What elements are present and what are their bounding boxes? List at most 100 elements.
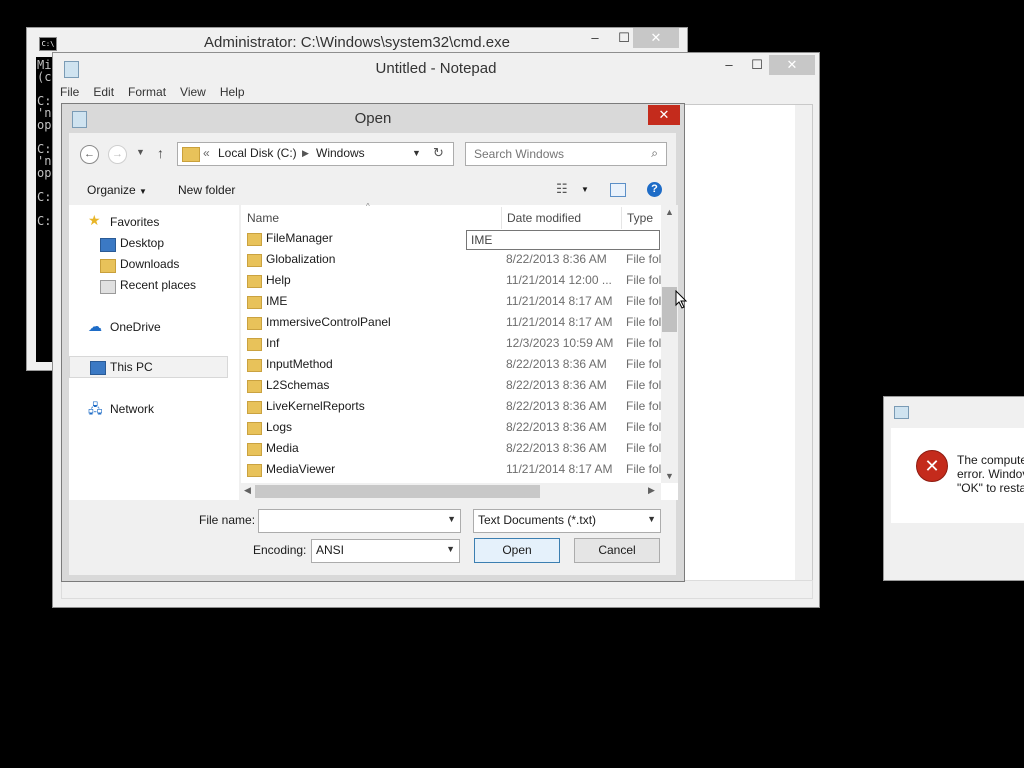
file-row[interactable]: Globalization 8/22/2013 8:36 AM File fol (241, 249, 661, 270)
file-list[interactable]: Name ^ Date modified Type FileManager Glo… (241, 202, 678, 500)
search-icon[interactable]: ⌕ (651, 146, 658, 161)
scroll-down-icon[interactable]: ▼ (661, 471, 678, 481)
breadcrumb-local-disk[interactable]: Local Disk (C:) (218, 146, 297, 160)
file-name: FileManager (266, 231, 333, 245)
file-list-horizontal-scrollbar[interactable]: ◀ ▶ (241, 483, 661, 500)
notepad-horizontal-scrollbar[interactable] (61, 580, 813, 599)
encoding-value: ANSI (316, 543, 345, 557)
file-date: 8/22/2013 8:36 AM (506, 252, 607, 266)
file-name: Media (266, 441, 299, 455)
open-dialog-title: Open (354, 110, 392, 127)
cancel-button[interactable]: Cancel (574, 538, 660, 563)
downloads-icon (100, 259, 116, 273)
address-overflow[interactable]: « (203, 146, 210, 160)
file-list-vertical-scrollbar[interactable]: ▲ ▼ (661, 205, 678, 483)
file-type-select[interactable]: Text Documents (*.txt) ▼ (473, 509, 661, 533)
notepad-close-button[interactable]: ✕ (769, 55, 815, 75)
file-row[interactable]: InputMethod 8/22/2013 8:36 AM File fol (241, 354, 661, 375)
new-folder-button[interactable]: New folder (178, 183, 235, 197)
column-date-modified[interactable]: Date modified (507, 211, 581, 225)
encoding-dropdown-icon[interactable]: ▼ (446, 544, 455, 554)
error-content: ✕ The compute error. Windov "OK" to rest… (891, 428, 1024, 523)
file-row[interactable]: MediaViewer 11/21/2014 8:17 AM File fol (241, 459, 661, 480)
menu-format[interactable]: Format (121, 83, 173, 103)
file-name: InputMethod (266, 357, 333, 371)
menu-file[interactable]: File (53, 83, 86, 103)
column-type[interactable]: Type (627, 211, 653, 225)
network-icon: 🖧 (88, 401, 103, 416)
column-divider[interactable] (501, 207, 502, 229)
file-row[interactable]: Logs 8/22/2013 8:36 AM File fol (241, 417, 661, 438)
folder-icon (247, 422, 262, 435)
menu-view[interactable]: View (173, 83, 213, 103)
file-type: File fol (626, 273, 661, 287)
preview-pane-icon[interactable] (610, 183, 626, 197)
back-arrow-icon[interactable]: ← (80, 145, 99, 164)
recent-locations-chevron-icon[interactable]: ▼ (136, 147, 145, 157)
open-dialog-close-button[interactable]: ✕ (648, 105, 680, 125)
horizontal-scroll-thumb[interactable] (255, 485, 540, 498)
address-bar[interactable]: « Local Disk (C:) ▶ Windows ▼ ↻ (177, 142, 454, 166)
scroll-up-icon[interactable]: ▲ (661, 207, 678, 217)
nav-onedrive[interactable]: OneDrive (110, 320, 161, 334)
file-row[interactable]: L2Schemas 8/22/2013 8:36 AM File fol (241, 375, 661, 396)
menu-help[interactable]: Help (213, 83, 252, 103)
file-name-input[interactable]: ▼ (258, 509, 461, 533)
cmd-close-button[interactable]: ✕ (633, 28, 679, 48)
file-row[interactable]: ImmersiveControlPanel 11/21/2014 8:17 AM F… (241, 312, 661, 333)
error-dialog[interactable]: ✕ The compute error. Windov "OK" to rest… (883, 396, 1024, 581)
open-dialog[interactable]: Open ✕ ← → ▼ ↑ « Local Disk (C:) ▶ Windo… (61, 103, 685, 582)
search-box[interactable]: ⌕ (465, 142, 667, 166)
file-type: File fol (626, 420, 661, 434)
folder-icon (247, 317, 262, 330)
breadcrumb-windows[interactable]: Windows (316, 146, 365, 160)
file-type: File fol (626, 294, 661, 308)
file-name-dropdown-icon[interactable]: ▼ (447, 514, 456, 524)
notepad-minimize-button[interactable]: – (715, 55, 743, 75)
scroll-right-icon[interactable]: ▶ (648, 485, 655, 496)
file-type: File fol (626, 315, 661, 329)
folder-icon (182, 147, 200, 162)
file-name: Logs (266, 420, 293, 434)
organize-button[interactable]: Organize ▼ (87, 183, 147, 197)
file-row[interactable]: Inf 12/3/2023 10:59 AM File fol (241, 333, 661, 354)
forward-arrow-icon[interactable]: → (108, 145, 127, 164)
open-button[interactable]: Open (474, 538, 560, 563)
help-icon[interactable]: ? (647, 182, 662, 197)
file-row[interactable]: Media 8/22/2013 8:36 AM File fol (241, 438, 661, 459)
file-type: File fol (626, 378, 661, 392)
nav-this-pc[interactable]: This PC (110, 360, 153, 374)
notepad-menubar: File Edit Format View Help (53, 83, 819, 103)
file-row[interactable]: Help 11/21/2014 12:00 ... File fol (241, 270, 661, 291)
file-row[interactable]: LiveKernelReports 8/22/2013 8:36 AM File f… (241, 396, 661, 417)
scroll-left-icon[interactable]: ◀ (244, 485, 251, 496)
file-row[interactable]: IME 11/21/2014 8:17 AM File fol (241, 291, 661, 312)
view-chevron-icon[interactable]: ▼ (581, 185, 589, 194)
column-divider[interactable] (621, 207, 622, 229)
search-input[interactable] (472, 145, 641, 163)
menu-edit[interactable]: Edit (86, 83, 121, 103)
folder-icon (247, 254, 262, 267)
nav-favorites[interactable]: Favorites (110, 215, 159, 229)
breadcrumb-separator-icon[interactable]: ▶ (302, 148, 309, 159)
notepad-vertical-scrollbar[interactable] (795, 105, 812, 580)
notepad-maximize-button[interactable]: ☐ (743, 55, 771, 75)
error-line: error. Windov (957, 467, 1024, 481)
nav-recent-places[interactable]: Recent places (120, 278, 196, 292)
address-dropdown-icon[interactable]: ▼ (412, 148, 421, 158)
refresh-icon[interactable]: ↻ (433, 145, 444, 161)
cmd-minimize-button[interactable]: – (581, 28, 609, 48)
column-name[interactable]: Name (247, 211, 279, 225)
navigation-pane: ★ Favorites Desktop Downloads Recent pla… (69, 205, 239, 500)
view-options-icon[interactable]: ☷ (556, 181, 568, 197)
up-arrow-icon[interactable]: ↑ (157, 145, 164, 161)
error-message: The compute error. Windov "OK" to resta (957, 453, 1024, 495)
mouse-cursor-icon (675, 290, 688, 309)
nav-desktop[interactable]: Desktop (120, 236, 164, 250)
encoding-select[interactable]: ANSI ▼ (311, 539, 460, 563)
file-date: 11/21/2014 8:17 AM (506, 315, 613, 329)
nav-downloads[interactable]: Downloads (120, 257, 179, 271)
nav-network[interactable]: Network (110, 402, 154, 416)
organize-chevron-icon: ▼ (139, 187, 147, 196)
file-type-dropdown-icon[interactable]: ▼ (647, 514, 656, 524)
